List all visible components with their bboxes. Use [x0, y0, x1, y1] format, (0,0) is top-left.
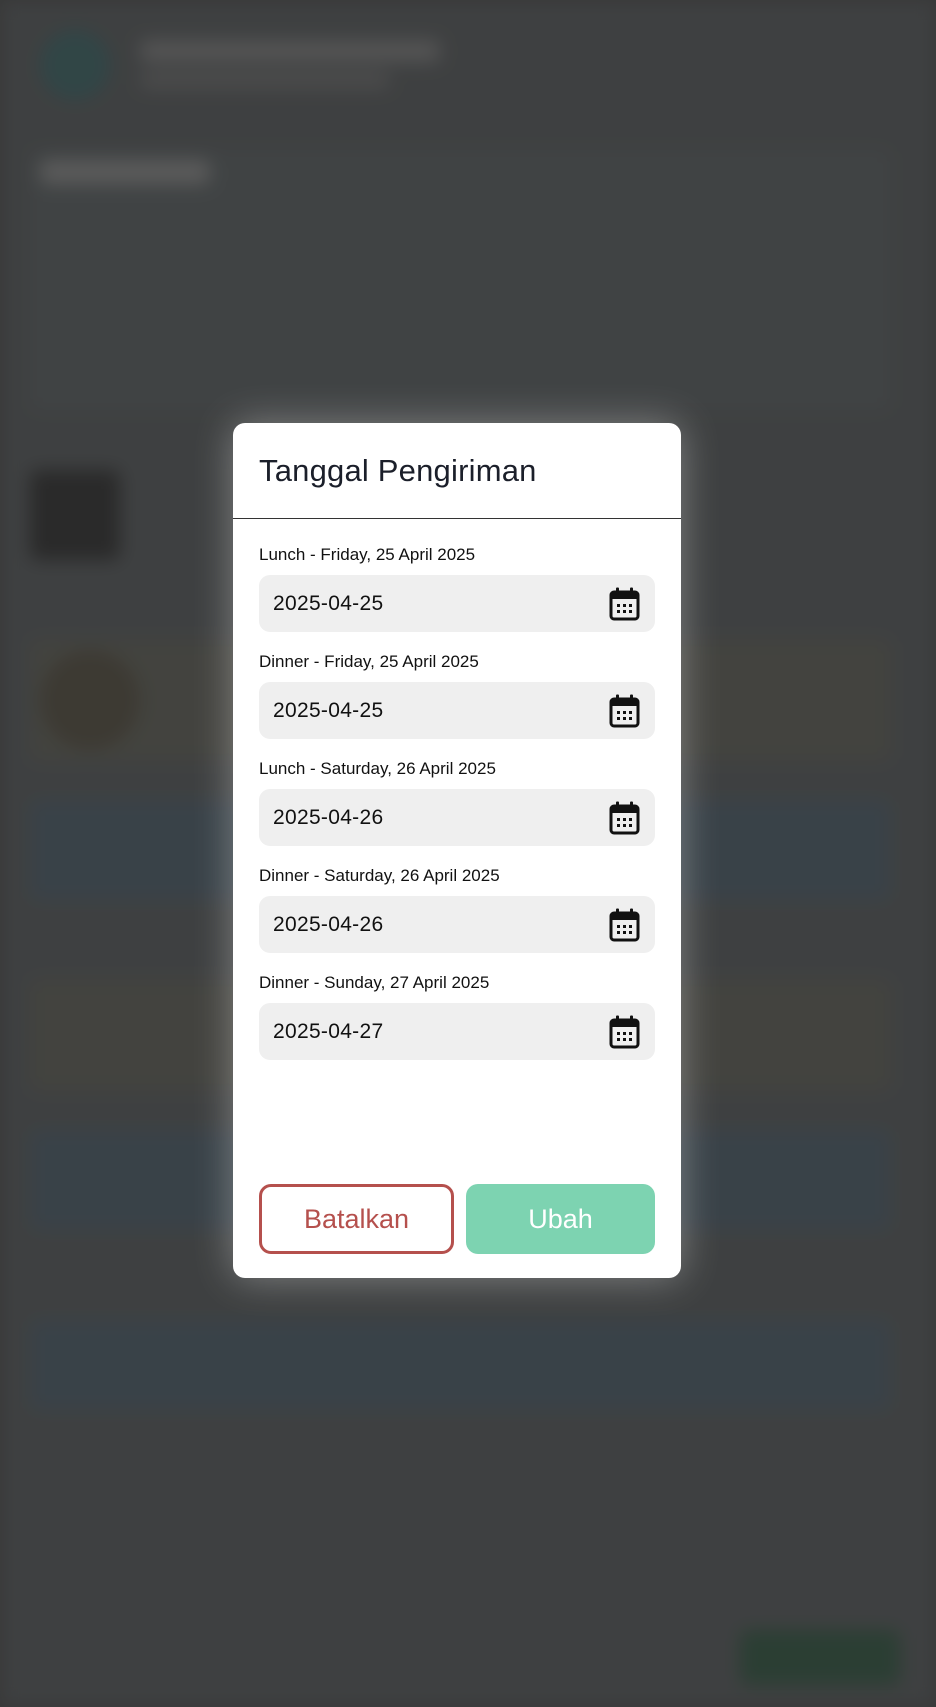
- date-field-group: Dinner - Sunday, 27 April 2025 2025-04-2…: [259, 973, 655, 1060]
- date-field-label: Lunch - Saturday, 26 April 2025: [259, 759, 496, 778]
- calendar-icon[interactable]: [609, 1015, 640, 1049]
- date-field-label: Lunch - Friday, 25 April 2025: [259, 545, 476, 564]
- calendar-icon[interactable]: [609, 908, 640, 942]
- date-input[interactable]: 2025-04-26: [259, 896, 655, 953]
- modal-header: Tanggal Pengiriman: [233, 423, 681, 519]
- modal-actions: Batalkan Ubah: [259, 1184, 655, 1254]
- date-field-group: Lunch - Friday, 25 April 2025 2025-04-25: [259, 545, 655, 632]
- date-field-label: Dinner - Friday, 25 April 2025: [259, 652, 479, 671]
- submit-button[interactable]: Ubah: [466, 1184, 655, 1254]
- modal-body: Lunch - Friday, 25 April 2025 2025-04-25…: [233, 519, 681, 1060]
- date-field-group: Dinner - Saturday, 26 April 2025 2025-04…: [259, 866, 655, 953]
- cancel-button[interactable]: Batalkan: [259, 1184, 454, 1254]
- calendar-icon[interactable]: [609, 801, 640, 835]
- date-input[interactable]: 2025-04-25: [259, 575, 655, 632]
- calendar-icon[interactable]: [609, 694, 640, 728]
- date-field-label: Dinner - Sunday, 27 April 2025: [259, 973, 490, 992]
- date-input-value: 2025-04-25: [273, 591, 384, 615]
- calendar-icon[interactable]: [609, 587, 640, 621]
- delivery-date-modal: Tanggal Pengiriman Lunch - Friday, 25 Ap…: [233, 423, 681, 1278]
- date-input[interactable]: 2025-04-27: [259, 1003, 655, 1060]
- date-input-value: 2025-04-26: [273, 805, 384, 829]
- date-field-group: Lunch - Saturday, 26 April 2025 2025-04-…: [259, 759, 655, 846]
- date-input-value: 2025-04-27: [273, 1019, 384, 1043]
- modal-title: Tanggal Pengiriman: [259, 452, 537, 488]
- date-field-label: Dinner - Saturday, 26 April 2025: [259, 866, 500, 885]
- date-input[interactable]: 2025-04-25: [259, 682, 655, 739]
- date-field-group: Dinner - Friday, 25 April 2025 2025-04-2…: [259, 652, 655, 739]
- date-input-value: 2025-04-26: [273, 912, 384, 936]
- date-input-value: 2025-04-25: [273, 698, 384, 722]
- date-input[interactable]: 2025-04-26: [259, 789, 655, 846]
